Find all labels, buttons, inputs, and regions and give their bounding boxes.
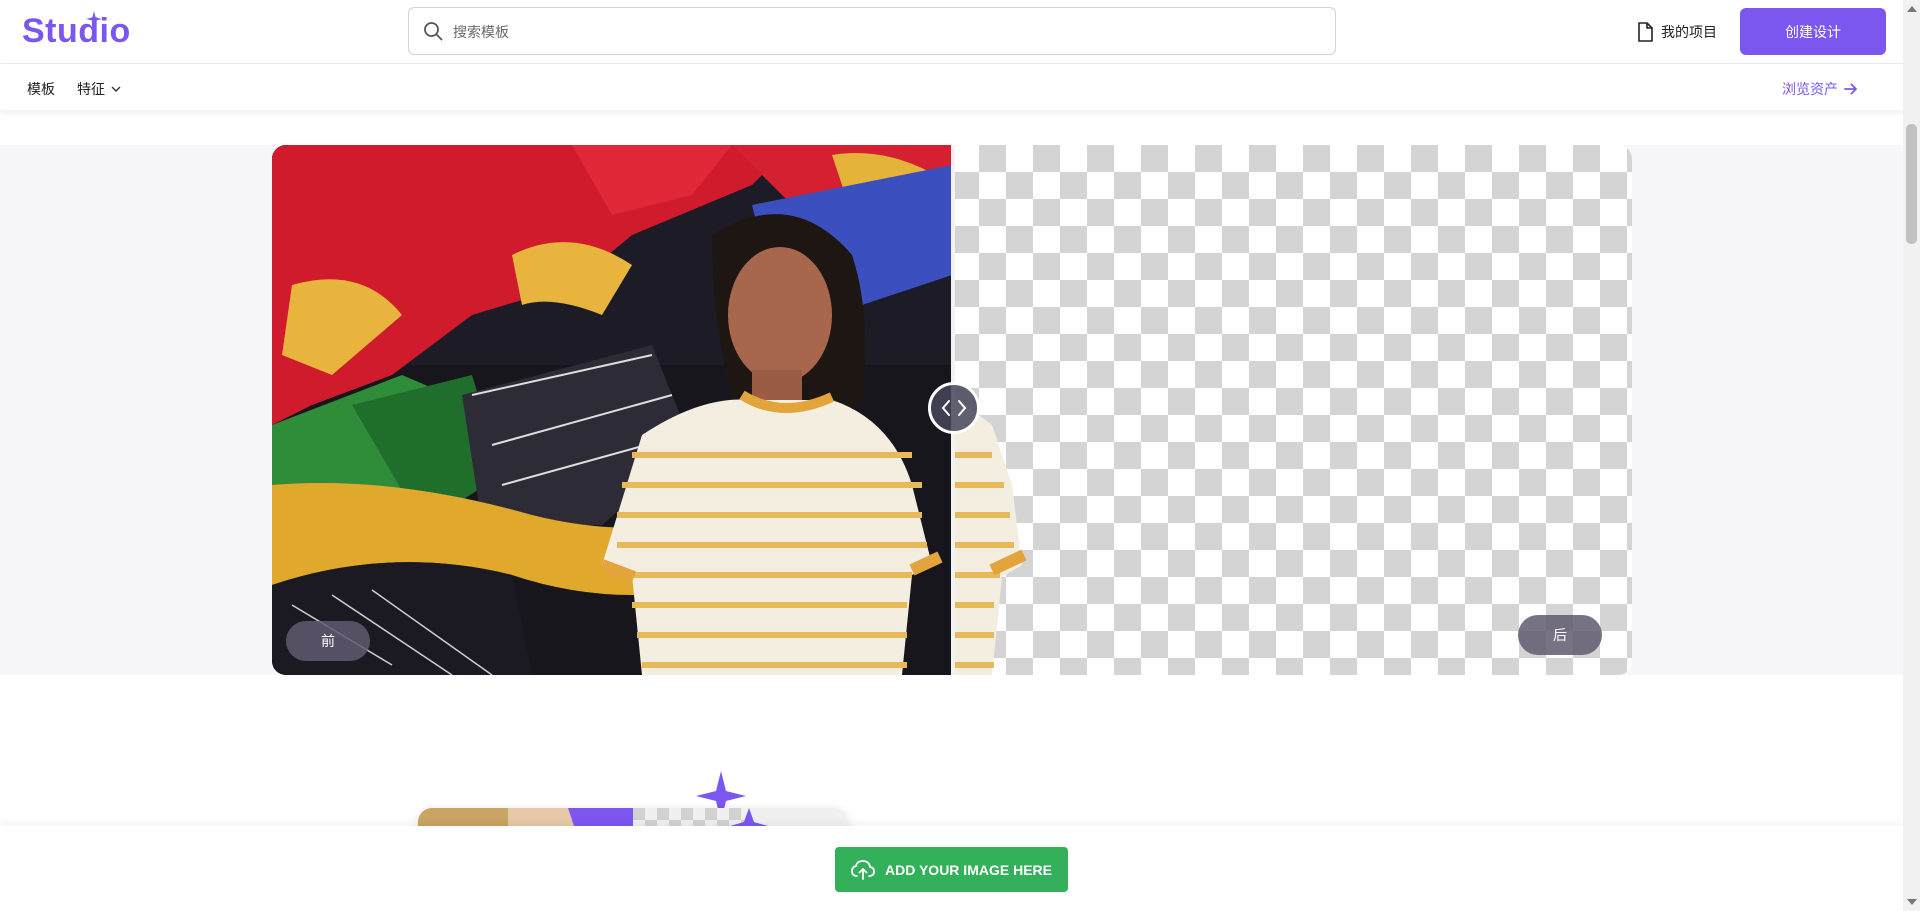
- before-label-text: 前: [321, 633, 335, 649]
- add-image-label: ADD YOUR IMAGE HERE: [885, 861, 1052, 878]
- browse-assets-label: 浏览资产: [1782, 81, 1838, 97]
- create-design-button[interactable]: 创建设计: [1740, 8, 1886, 55]
- comparison-slider-handle[interactable]: [928, 382, 980, 434]
- scrollbar-thumb[interactable]: [1906, 124, 1917, 244]
- sparkle-icon: [86, 11, 102, 27]
- nav-features-label: 特征: [77, 81, 105, 97]
- studio-logo[interactable]: Studio: [22, 12, 131, 51]
- top-navigation-bar: Studio 我的项目 创建设计: [0, 0, 1903, 64]
- secondary-navigation: 模板 特征 浏览资产: [0, 64, 1903, 110]
- page-scrollbar[interactable]: [1903, 0, 1920, 911]
- nav-features[interactable]: 特征: [77, 79, 121, 99]
- nav-templates[interactable]: 模板: [27, 79, 55, 99]
- scroll-up-arrow-icon[interactable]: [1907, 6, 1917, 12]
- after-image-transparent: 后: [952, 145, 1632, 675]
- after-label: 后: [1518, 615, 1602, 655]
- arrow-right-icon: [1844, 83, 1857, 95]
- after-label-text: 后: [1553, 627, 1567, 643]
- before-label: 前: [286, 621, 370, 661]
- before-after-comparison[interactable]: 前 后: [272, 145, 1632, 675]
- cutout-subject: [952, 395, 1027, 675]
- browse-assets-link[interactable]: 浏览资产: [1782, 79, 1858, 99]
- search-box[interactable]: [408, 7, 1336, 56]
- chevron-left-right-icon: [941, 400, 967, 416]
- upload-cloud-icon: [851, 859, 875, 880]
- scroll-down-arrow-icon[interactable]: [1907, 899, 1917, 905]
- chevron-down-icon: [111, 86, 121, 92]
- search-input[interactable]: [451, 8, 1315, 56]
- add-image-button[interactable]: ADD YOUR IMAGE HERE: [835, 847, 1068, 892]
- my-projects-label: 我的项目: [1661, 24, 1717, 40]
- mural-photo: [272, 145, 952, 675]
- before-image: 前: [272, 145, 952, 675]
- my-projects-link[interactable]: 我的项目: [1637, 20, 1717, 44]
- search-icon: [424, 22, 443, 41]
- document-icon: [1638, 22, 1653, 42]
